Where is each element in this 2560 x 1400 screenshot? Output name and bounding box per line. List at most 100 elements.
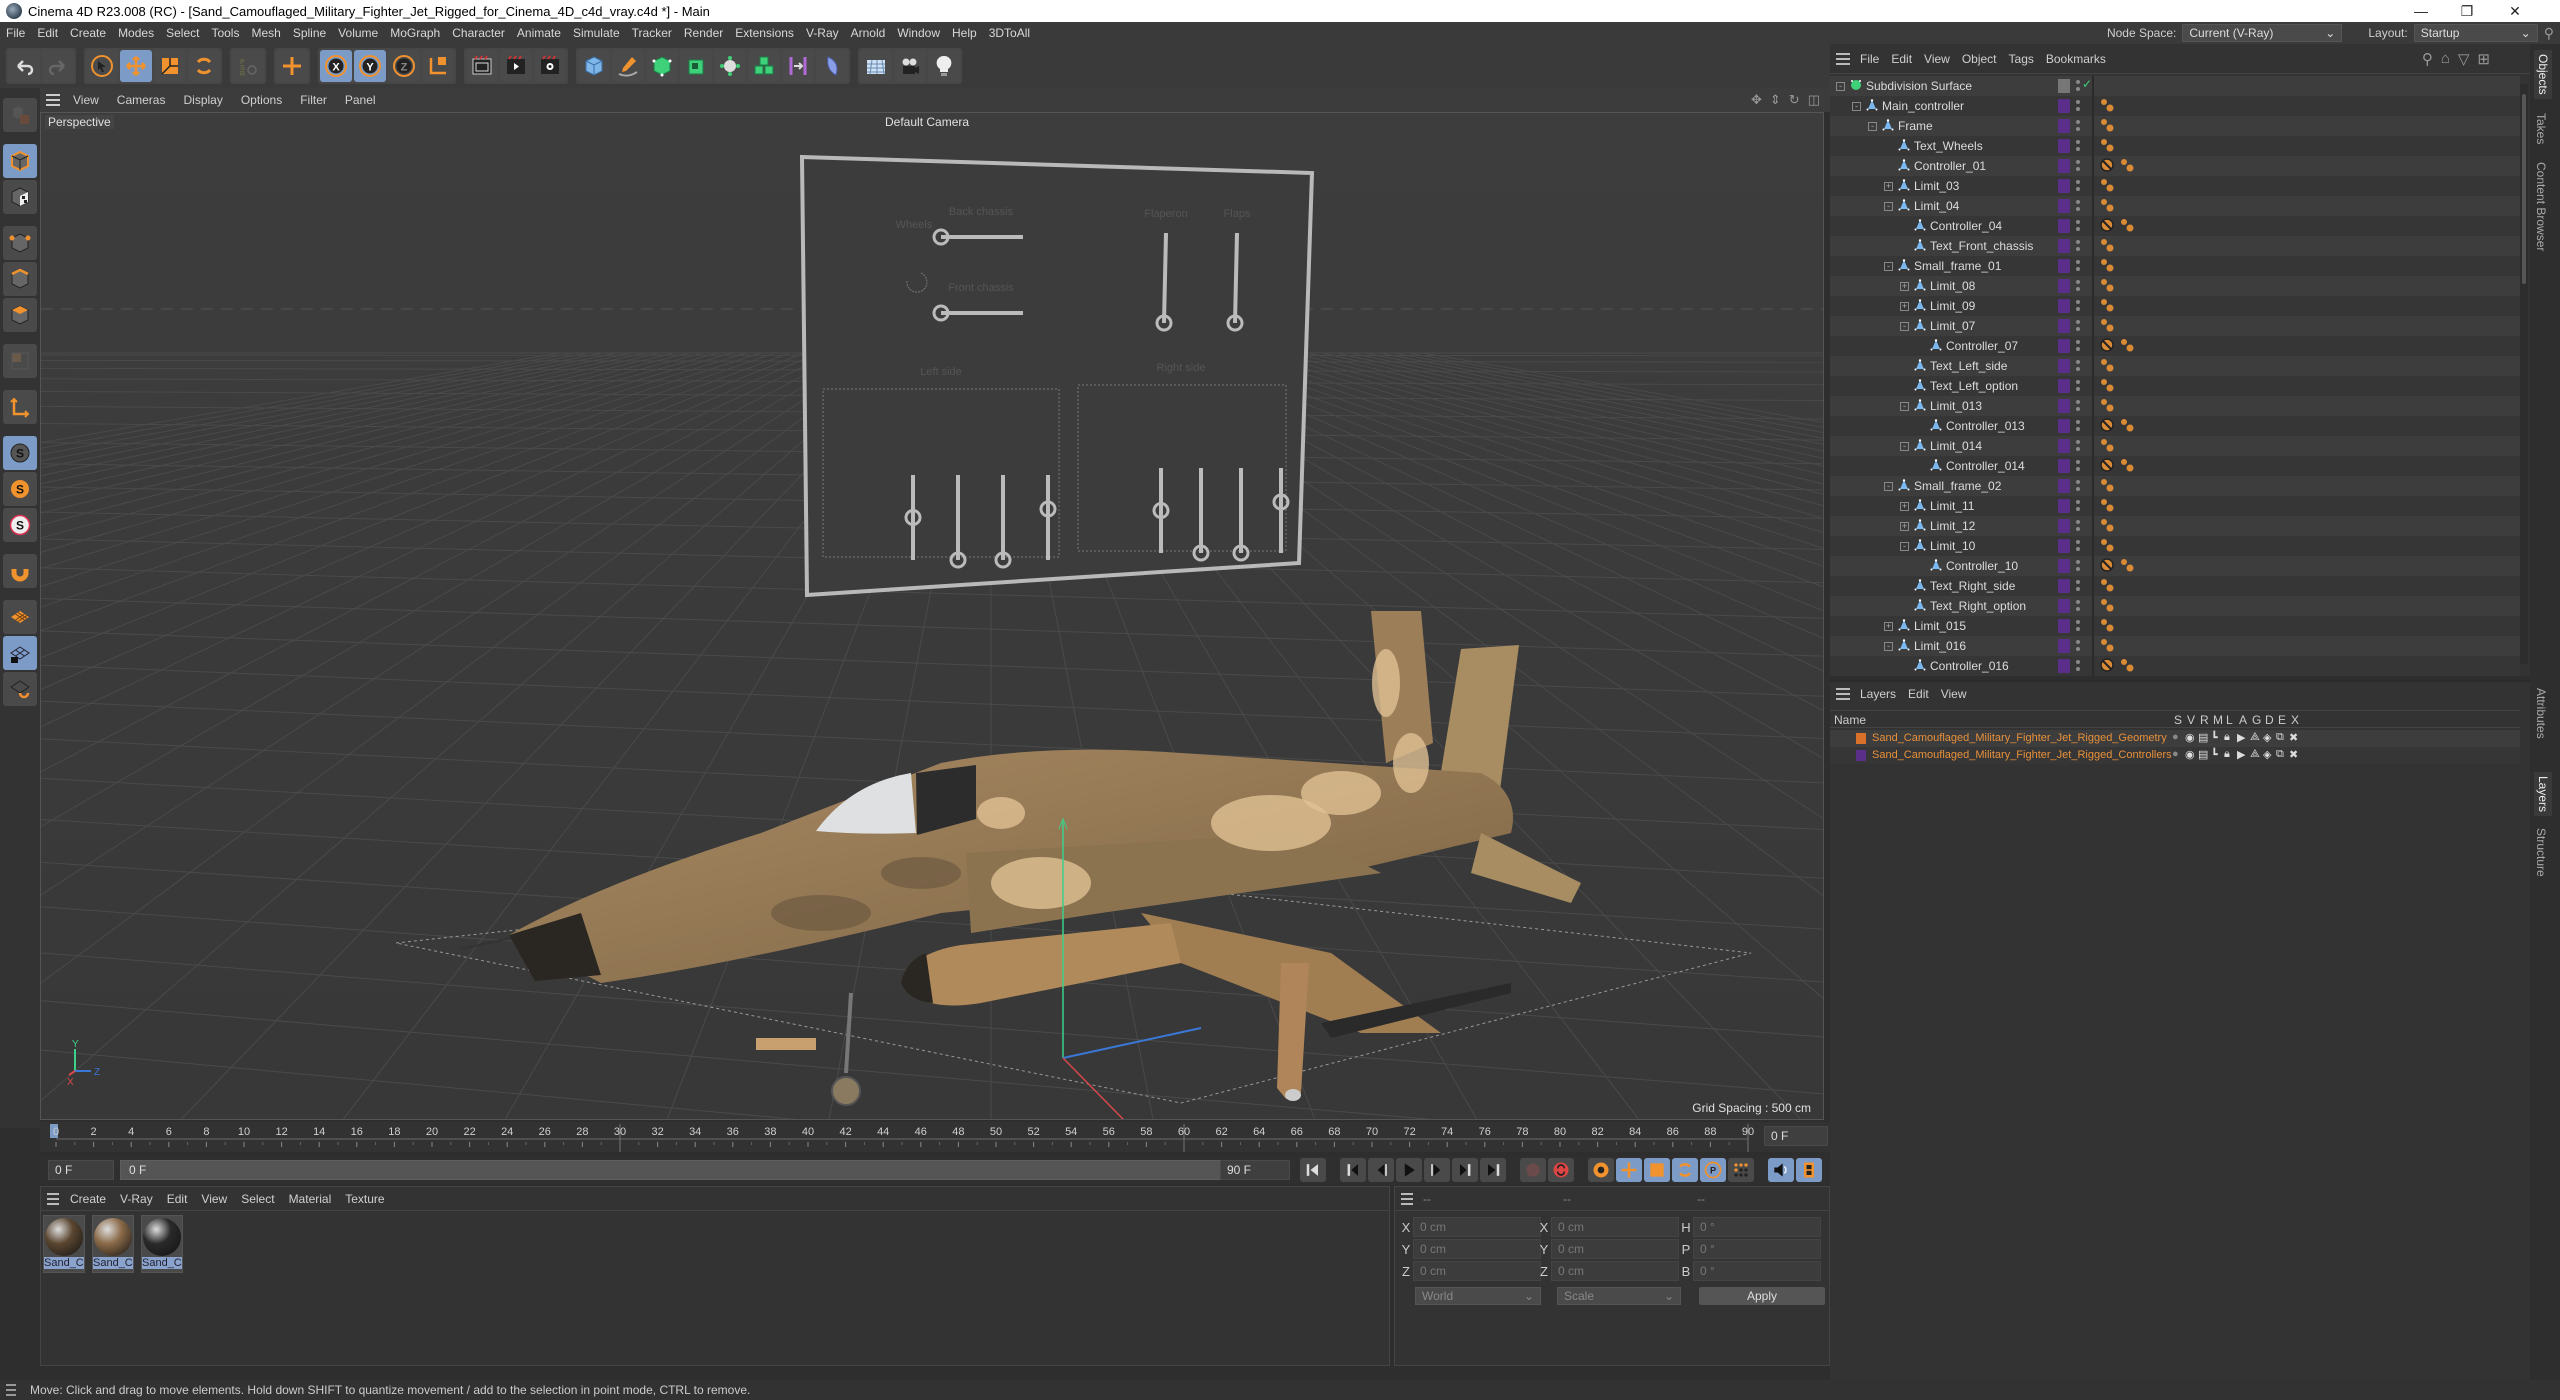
layer-color-swatch[interactable] — [2058, 519, 2070, 533]
layer-manager-toggle-icon[interactable]: ┗ — [2211, 748, 2218, 761]
visibility-dots[interactable] — [2076, 219, 2080, 233]
transform-button[interactable] — [276, 50, 308, 82]
object-menu-file[interactable]: File — [1854, 52, 1885, 66]
xpresso-tag-icon[interactable] — [2100, 518, 2114, 535]
layer-color-swatch[interactable] — [2058, 499, 2070, 513]
visibility-dots[interactable] — [2076, 479, 2080, 493]
visibility-dots[interactable] — [2076, 539, 2080, 553]
render-region-button[interactable] — [466, 50, 498, 82]
visibility-dots[interactable] — [2076, 339, 2080, 353]
key-position-button[interactable] — [1616, 1158, 1642, 1182]
coord-size-x-field[interactable]: 0 cm — [1551, 1217, 1679, 1237]
object-row[interactable]: Text_Wheels — [1830, 136, 2520, 156]
xpresso-tag-icon[interactable] — [2120, 338, 2134, 355]
pen-button[interactable] — [612, 50, 644, 82]
visibility-dots[interactable] — [2076, 239, 2080, 253]
axis-mode-button[interactable] — [3, 390, 37, 424]
menu-select[interactable]: Select — [160, 26, 205, 40]
layer-color-swatch[interactable] — [2058, 299, 2070, 313]
xpresso-tag-icon[interactable] — [2120, 418, 2134, 435]
new-window-icon[interactable]: ⊞ — [2477, 50, 2490, 68]
record-off-button[interactable] — [1520, 1158, 1546, 1182]
go-to-start-button[interactable] — [1300, 1158, 1326, 1182]
layer-color-swatch[interactable] — [2058, 119, 2070, 133]
material-menu-material[interactable]: Material — [282, 1192, 339, 1206]
menu-simulate[interactable]: Simulate — [567, 26, 626, 40]
render-settings-button[interactable] — [534, 50, 566, 82]
point-mode-button[interactable] — [3, 226, 37, 260]
collapse-icon[interactable]: - — [1884, 481, 1893, 491]
x-axis-button[interactable]: X — [320, 50, 352, 82]
layer-color-swatch[interactable] — [2058, 639, 2070, 653]
layer-color-swatch[interactable] — [2058, 539, 2070, 553]
object-row[interactable]: - Limit_10 — [1830, 536, 2520, 556]
material-menu-edit[interactable]: Edit — [160, 1192, 195, 1206]
visibility-dots[interactable] — [2076, 99, 2080, 113]
object-row[interactable]: Text_Left_option — [1830, 376, 2520, 396]
layer-name[interactable]: Sand_Camouflaged_Military_Fighter_Jet_Ri… — [1872, 749, 2172, 761]
keyframe-selection-button[interactable] — [1588, 1158, 1614, 1182]
material-menu-create[interactable]: Create — [63, 1192, 113, 1206]
layer-color-swatch[interactable] — [2058, 359, 2070, 373]
snap-settings-button[interactable]: S — [3, 472, 37, 506]
layer-column-e[interactable]: E — [2278, 713, 2286, 727]
coord-position-x-field[interactable]: 0 cm — [1413, 1217, 1541, 1237]
visibility-dots[interactable] — [2076, 259, 2080, 273]
zoom-view-icon[interactable]: ⇕ — [1770, 92, 1781, 108]
object-row[interactable]: - Limit_04 — [1830, 196, 2520, 216]
expand-icon[interactable]: + — [1900, 301, 1909, 311]
sound-button[interactable] — [1768, 1158, 1794, 1182]
visibility-dots[interactable] — [2076, 619, 2080, 633]
coord-size-y-field[interactable]: 0 cm — [1551, 1239, 1679, 1259]
layer-color-swatch[interactable] — [2058, 319, 2070, 333]
material-menu-texture[interactable]: Texture — [338, 1192, 391, 1206]
viewport-hamburger-icon[interactable] — [40, 94, 64, 106]
layer-deformers-toggle-icon[interactable]: ◈ — [2263, 748, 2271, 761]
object-row[interactable]: Controller_10 — [1830, 556, 2520, 576]
layer-animation-toggle-icon[interactable]: ▶ — [2237, 731, 2245, 744]
viewport-canvas[interactable]: Back chassis Front chassis Flaperon Flaps Wh… — [41, 113, 1824, 1120]
layer-render-toggle-icon[interactable]: ▤ — [2198, 748, 2208, 761]
current-frame-field[interactable]: 0 F — [1764, 1126, 1828, 1146]
collapse-icon[interactable]: - — [1884, 201, 1893, 211]
menu-mesh[interactable]: Mesh — [245, 26, 286, 40]
layer-color-swatch[interactable] — [2058, 99, 2070, 113]
menu-tools[interactable]: Tools — [205, 26, 245, 40]
xpresso-tag-icon[interactable] — [2120, 158, 2134, 175]
xpresso-tag-icon[interactable] — [2120, 218, 2134, 235]
visibility-dots[interactable] — [2076, 359, 2080, 373]
xpresso-tag-icon[interactable] — [2100, 278, 2114, 295]
collapse-icon[interactable]: - — [1900, 321, 1909, 331]
layer-deformers-toggle-icon[interactable]: ◈ — [2263, 731, 2271, 744]
psr-button[interactable]: PSR — [232, 50, 264, 82]
object-row[interactable]: Controller_016 — [1830, 656, 2520, 676]
camera-button[interactable] — [894, 50, 926, 82]
xpresso-tag-icon[interactable] — [2100, 538, 2114, 555]
extrude-button[interactable] — [680, 50, 712, 82]
layer-column-v[interactable]: V — [2187, 713, 2195, 727]
size-mode-dropdown[interactable]: Scale ⌄ — [1557, 1287, 1681, 1305]
xpresso-tag-icon[interactable] — [2100, 178, 2114, 195]
layer-hamburger-icon[interactable] — [1830, 688, 1854, 700]
xpresso-tag-icon[interactable] — [2100, 298, 2114, 315]
expand-icon[interactable]: + — [1884, 181, 1893, 191]
menu-tracker[interactable]: Tracker — [626, 26, 678, 40]
xpresso-tag-icon[interactable] — [2100, 398, 2114, 415]
layer-xrefs-toggle-icon[interactable]: ✖ — [2289, 748, 2298, 761]
layer-color-swatch[interactable] — [2058, 379, 2070, 393]
layer-color-swatch[interactable] — [2058, 279, 2070, 293]
xpresso-tag-icon[interactable] — [2100, 478, 2114, 495]
visibility-dots[interactable] — [2076, 319, 2080, 333]
xpresso-tag-icon[interactable] — [2120, 458, 2134, 475]
layer-generators-toggle-icon[interactable]: ⟁ — [2250, 731, 2260, 744]
xpresso-tag-icon[interactable] — [2100, 138, 2114, 155]
layer-color-swatch[interactable] — [2058, 439, 2070, 453]
status-hamburger-icon[interactable] — [0, 1384, 22, 1396]
coord-size-z-field[interactable]: 0 cm — [1551, 1261, 1679, 1281]
coord-position-y-field[interactable]: 0 cm — [1413, 1239, 1541, 1259]
undo-button[interactable] — [8, 50, 40, 82]
menu-v-ray[interactable]: V-Ray — [800, 26, 845, 40]
viewport-menu-options[interactable]: Options — [232, 93, 291, 107]
layer-generators-toggle-icon[interactable]: ⟁ — [2250, 748, 2260, 761]
frame-range-slider[interactable]: 0 F 90 F — [120, 1160, 1256, 1180]
